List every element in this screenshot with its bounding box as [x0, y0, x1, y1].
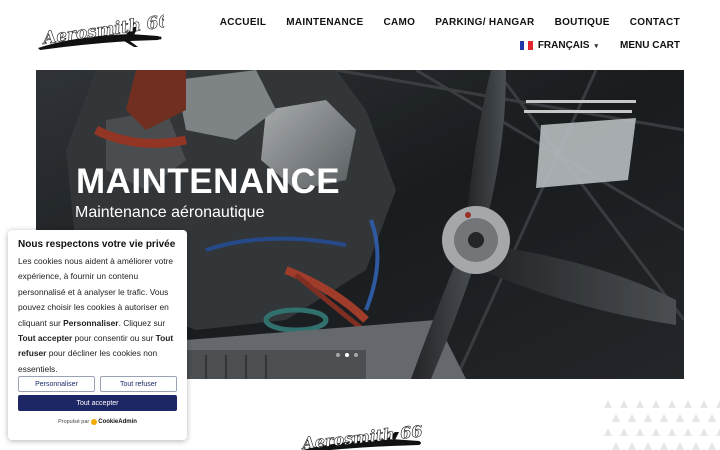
- hero-subtitle: Maintenance aéronautique: [75, 204, 265, 221]
- cookie-consent-banner: Nous respectons votre vie privée Les coo…: [8, 230, 187, 440]
- pattern-triangle: [652, 428, 660, 436]
- pattern-triangle: [628, 414, 636, 422]
- nav-item-parking-hangar[interactable]: PARKING/ HANGAR: [435, 17, 534, 28]
- pattern-triangle: [644, 442, 652, 450]
- pattern-triangle: [668, 400, 676, 408]
- pattern-triangle: [676, 414, 684, 422]
- cookie-button-row: Personnaliser Tout refuser: [18, 376, 177, 392]
- slider-dot-3[interactable]: [354, 353, 358, 357]
- footer-logo-text: Aerosmith 66: [299, 425, 423, 450]
- cookie-text-part: . Cliquez sur: [118, 317, 166, 328]
- nav-item-maintenance[interactable]: MAINTENANCE: [286, 17, 363, 28]
- triangle-pattern-decoration: [604, 400, 720, 450]
- cookie-text: Les cookies nous aident à améliorer votr…: [18, 254, 177, 377]
- pattern-triangle: [708, 414, 716, 422]
- pattern-triangle: [716, 400, 720, 408]
- pattern-triangle: [716, 428, 720, 436]
- pattern-triangle: [692, 414, 700, 422]
- pattern-triangle: [620, 428, 628, 436]
- nav-item-accueil[interactable]: ACCUEIL: [220, 17, 267, 28]
- slider-dots: [336, 353, 358, 357]
- accept-all-cookies-button[interactable]: Tout accepter: [18, 395, 177, 411]
- powered-by-label: Propulsé par: [58, 419, 90, 425]
- pattern-triangle: [604, 428, 612, 436]
- pattern-triangle: [684, 428, 692, 436]
- pattern-triangle: [708, 442, 716, 450]
- cookie-title: Nous respectons votre vie privée: [18, 239, 176, 250]
- pattern-triangle: [612, 442, 620, 450]
- pattern-triangle: [652, 400, 660, 408]
- aerosmith-logo-footer: Aerosmith 66: [299, 425, 424, 450]
- language-label: FRANÇAIS: [537, 40, 590, 51]
- pattern-triangle: [620, 400, 628, 408]
- pattern-triangle: [636, 400, 644, 408]
- cookieadmin-brand: CookieAdmin: [98, 419, 137, 425]
- customize-cookies-button[interactable]: Personnaliser: [18, 376, 95, 392]
- pattern-triangle: [660, 414, 668, 422]
- nav-item-contact[interactable]: CONTACT: [630, 17, 680, 28]
- main-nav: ACCUEIL MAINTENANCE CAMO PARKING/ HANGAR…: [220, 17, 680, 28]
- pattern-triangle: [700, 428, 708, 436]
- pattern-triangle: [604, 400, 612, 408]
- reject-all-cookies-button[interactable]: Tout refuser: [100, 376, 177, 392]
- pattern-triangle: [660, 442, 668, 450]
- menu-cart-link[interactable]: MENU CART: [620, 40, 680, 51]
- cookieadmin-logo[interactable]: CookieAdmin: [91, 419, 137, 425]
- aerosmith-logo[interactable]: Aerosmith 66: [34, 14, 164, 56]
- pattern-triangle: [628, 442, 636, 450]
- pattern-triangle: [644, 414, 652, 422]
- pattern-triangle: [700, 400, 708, 408]
- logo-text: Aerosmith 66: [40, 14, 164, 49]
- nav-item-boutique[interactable]: BOUTIQUE: [555, 17, 610, 28]
- cookie-icon: [91, 419, 98, 425]
- pattern-triangle: [684, 400, 692, 408]
- cookie-text-part: pour consentir ou sur: [72, 333, 156, 344]
- pattern-triangle: [636, 428, 644, 436]
- pattern-triangle: [676, 442, 684, 450]
- french-flag-icon: [519, 41, 533, 50]
- cookie-text-bold: Tout accepter: [18, 333, 73, 344]
- slider-dot-2[interactable]: [345, 353, 349, 357]
- nav-item-camo[interactable]: CAMO: [383, 17, 415, 28]
- language-switcher[interactable]: FRANÇAIS ▾: [519, 40, 598, 51]
- cookie-text-bold: Personnaliser: [63, 317, 119, 328]
- slider-dot-1[interactable]: [336, 353, 340, 357]
- pattern-triangle: [692, 442, 700, 450]
- pattern-triangle: [668, 428, 676, 436]
- powered-by: Propulsé par CookieAdmin: [8, 419, 187, 425]
- secondary-nav: FRANÇAIS ▾ MENU CART: [519, 40, 680, 51]
- pattern-triangle: [612, 414, 620, 422]
- hero-title: MAINTENANCE: [76, 162, 341, 201]
- chevron-down-icon: ▾: [594, 42, 598, 50]
